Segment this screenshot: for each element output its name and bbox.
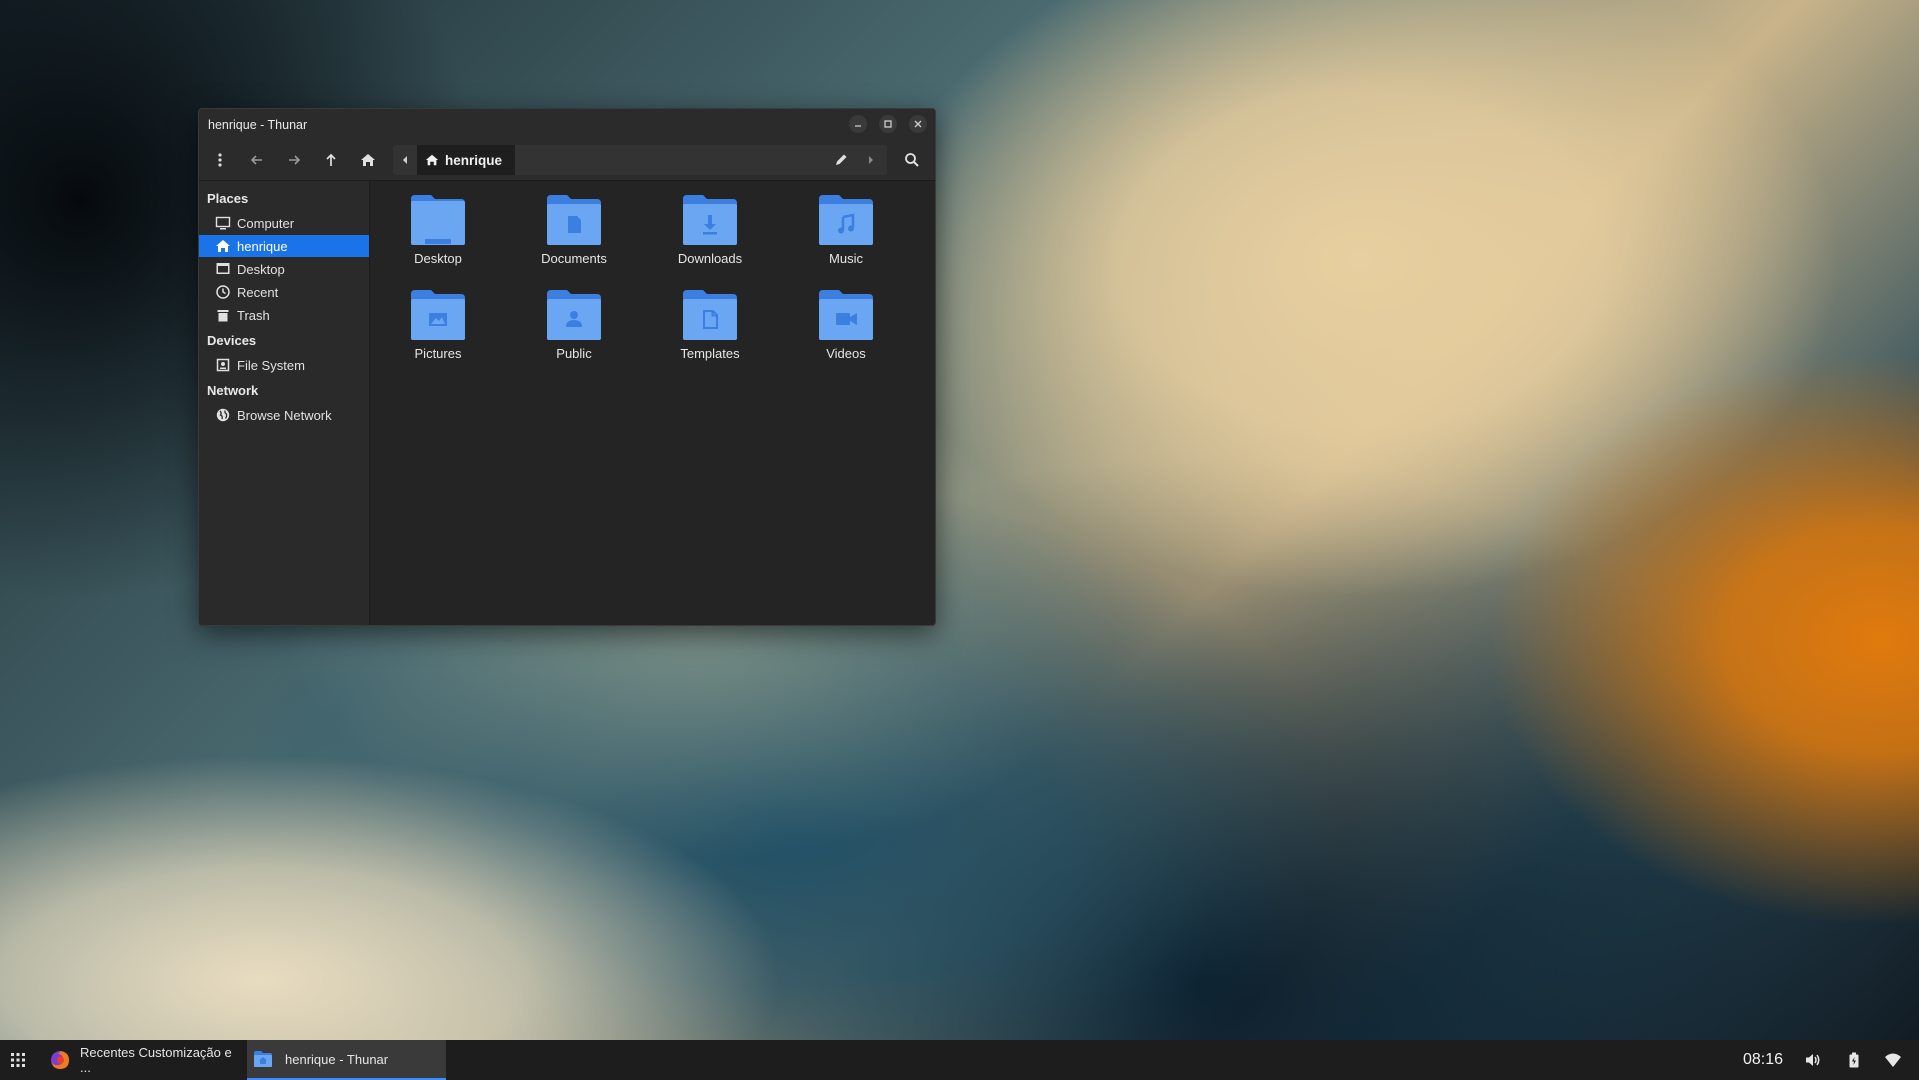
clock[interactable]: 08:16	[1743, 1051, 1783, 1069]
sidebar-item-browse-network[interactable]: Browse Network	[199, 404, 369, 426]
sidebar-item-label: Trash	[237, 307, 270, 323]
sidebar-item-file-system[interactable]: File System	[199, 354, 369, 376]
folder-label: Templates	[680, 346, 740, 361]
sidebar-item-label: Computer	[237, 215, 295, 231]
trash-icon	[215, 307, 231, 323]
folder-public[interactable]: Public	[519, 288, 629, 374]
sidebar-item-computer[interactable]: Computer	[199, 212, 369, 234]
close-icon	[914, 120, 922, 128]
wifi-icon	[1885, 1053, 1901, 1067]
up-button[interactable]	[318, 147, 344, 173]
maximize-button[interactable]	[879, 115, 897, 133]
path-crumb-home[interactable]: henrique	[417, 145, 515, 175]
arrow-right-icon	[289, 155, 301, 165]
folder-public-icon	[547, 290, 601, 340]
maximize-icon	[884, 120, 892, 128]
folder-pictures[interactable]: Pictures	[383, 288, 493, 374]
volume-icon	[1806, 1054, 1820, 1066]
task-label: Recentes Customização e ...	[79, 1045, 232, 1075]
folder-desktop[interactable]: Desktop	[383, 193, 493, 279]
path-bar: henrique	[393, 145, 887, 175]
toolbar: henrique	[199, 141, 935, 181]
clock-icon	[215, 284, 231, 300]
kebab-menu-icon	[218, 153, 222, 167]
network-button[interactable]	[1884, 1051, 1902, 1069]
battery-button[interactable]	[1845, 1051, 1863, 1069]
sidebar-item-trash[interactable]: Trash	[199, 304, 369, 326]
task-firefox[interactable]: Recentes Customização e ...	[40, 1040, 246, 1080]
section-title-devices: Devices	[207, 333, 257, 348]
folder-documents[interactable]: Documents	[519, 193, 629, 279]
file-view: Desktop Documents Downloads Music Pictur…	[370, 181, 935, 625]
thunar-window: henrique - Thunar henrique Places Comput…	[198, 108, 936, 626]
folder-label: Documents	[541, 251, 607, 266]
task-thunar[interactable]: henrique - Thunar	[247, 1040, 446, 1080]
battery-icon	[1849, 1052, 1859, 1068]
sidebar-item-desktop[interactable]: Desktop	[199, 258, 369, 280]
folder-music-icon	[819, 195, 873, 245]
arrow-left-icon	[250, 155, 262, 165]
folder-label: Music	[829, 251, 863, 266]
sidebar-item-label: Desktop	[237, 261, 285, 277]
folder-label: Videos	[826, 346, 866, 361]
home-icon	[215, 238, 231, 254]
sidebar: Places Computer henrique Desktop Recent …	[199, 181, 370, 625]
window-title: henrique - Thunar	[208, 118, 308, 132]
sidebar-item-label: Browse Network	[237, 407, 332, 423]
window-controls	[849, 115, 927, 133]
home-button[interactable]	[355, 147, 381, 173]
caret-right-icon	[869, 156, 873, 164]
folder-music[interactable]: Music	[791, 193, 901, 279]
folder-label: Public	[556, 346, 592, 361]
section-title-places: Places	[207, 191, 249, 206]
arrow-up-icon	[326, 153, 336, 166]
forward-button[interactable]	[281, 147, 307, 173]
folder-videos[interactable]: Videos	[791, 288, 901, 374]
folder-downloads[interactable]: Downloads	[655, 193, 765, 279]
desktop-icon	[215, 261, 231, 277]
path-crumb-label: henrique	[445, 152, 503, 168]
home-icon	[361, 154, 375, 166]
drive-icon	[215, 357, 231, 373]
path-scroll-right-button[interactable]	[863, 152, 879, 168]
folder-documents-icon	[547, 195, 601, 245]
sidebar-item-henrique[interactable]: henrique	[199, 235, 369, 257]
app-grid-icon	[11, 1053, 25, 1067]
thunar-icon	[254, 1051, 272, 1067]
taskbar: Recentes Customização e ... henrique - T…	[0, 1040, 1919, 1080]
edit-location-button[interactable]	[833, 152, 849, 168]
globe-icon	[215, 407, 231, 423]
sidebar-item-recent[interactable]: Recent	[199, 281, 369, 303]
folder-templates-icon	[683, 290, 737, 340]
pencil-icon	[836, 154, 847, 165]
folder-templates[interactable]: Templates	[655, 288, 765, 374]
sidebar-item-label: henrique	[237, 238, 288, 254]
sidebar-item-label: File System	[237, 357, 305, 373]
folder-downloads-icon	[683, 195, 737, 245]
path-scroll-left-button[interactable]	[397, 152, 413, 168]
search-button[interactable]	[899, 147, 925, 173]
folder-label: Downloads	[677, 251, 743, 266]
section-title-network: Network	[207, 383, 259, 398]
close-button[interactable]	[909, 115, 927, 133]
folder-pictures-icon	[411, 290, 465, 340]
folder-label: Pictures	[414, 346, 462, 361]
firefox-icon	[50, 1051, 69, 1069]
folder-videos-icon	[819, 290, 873, 340]
menu-button[interactable]	[207, 147, 233, 173]
volume-button[interactable]	[1804, 1051, 1822, 1069]
app-menu-button[interactable]	[10, 1052, 26, 1068]
folder-label: Desktop	[414, 251, 462, 266]
back-button[interactable]	[244, 147, 270, 173]
task-label: henrique - Thunar	[285, 1051, 389, 1067]
sidebar-item-label: Recent	[237, 284, 279, 300]
search-icon	[905, 153, 919, 167]
computer-icon	[215, 215, 231, 231]
titlebar[interactable]: henrique - Thunar	[199, 109, 935, 141]
home-icon	[425, 154, 439, 166]
minimize-button[interactable]	[849, 115, 867, 133]
folder-desktop-icon	[411, 195, 465, 245]
minimize-icon	[855, 125, 861, 127]
caret-left-icon	[403, 156, 407, 164]
